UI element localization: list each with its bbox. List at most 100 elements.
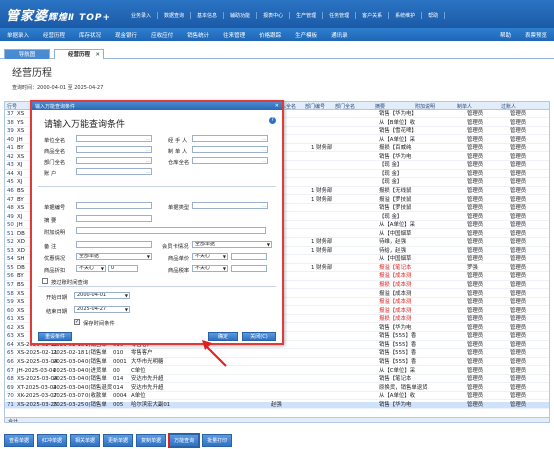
- cancel-button[interactable]: 关闭(C): [242, 332, 276, 341]
- help-icon[interactable]: ?: [269, 117, 276, 124]
- close-icon[interactable]: ✕: [95, 50, 100, 60]
- dialog-titlebar: 输入万能查询条件 ✕: [32, 102, 282, 110]
- close-icon[interactable]: ✕: [275, 103, 279, 109]
- membercard-select[interactable]: 全部单据 ▼: [192, 241, 272, 248]
- bottom-button[interactable]: 红冲单据: [37, 434, 68, 447]
- toolbar-item[interactable]: 帮助: [493, 31, 518, 39]
- toolbar-item[interactable]: 应收应付: [144, 31, 180, 39]
- table-row[interactable]: 71 XS-2025-03-25 2025-03-25 0(销售单 005 哈尔滨宏大副0…: [5, 401, 549, 409]
- nav-item[interactable]: 业务录入: [125, 12, 159, 19]
- cell-v: 管理员: [510, 333, 527, 340]
- toolbar-item[interactable]: 往来管理: [216, 31, 252, 39]
- nav-item[interactable]: 数据查询: [158, 12, 192, 19]
- table-row[interactable]: 67 JH-2025-03-04 2025-03-04 0(进货单 00 C单位 从【C单位…: [5, 367, 549, 375]
- cell-no: 69: [7, 384, 14, 391]
- billno-input[interactable]: [76, 202, 152, 209]
- cell-s: 报溢【笔记本: [379, 264, 412, 271]
- browse-icon[interactable]: …: [146, 169, 150, 174]
- cell-c: 0(销售单: [85, 358, 107, 365]
- toolbar-item[interactable]: 现金银行: [108, 31, 144, 39]
- cell-a: XS: [17, 153, 25, 160]
- cell-u: 管理员: [467, 162, 484, 169]
- toolbar-item[interactable]: 通讯录: [324, 31, 355, 39]
- cell-no: 71: [7, 401, 14, 408]
- start-date-input[interactable]: 2000-04-01 ▼: [74, 292, 130, 299]
- discount-select[interactable]: 全部单据 ▼: [76, 253, 152, 260]
- browse-icon[interactable]: …: [146, 158, 150, 163]
- billtype-input[interactable]: …: [192, 202, 268, 209]
- cell-s: 销售【555】香: [379, 341, 417, 348]
- table-row[interactable]: 65 XS-2025-02-11 2025-02-18 1(销售单 010 零售客户 销售【…: [5, 350, 549, 358]
- toolbar-item[interactable]: 生产模板: [288, 31, 324, 39]
- browse-icon[interactable]: …: [146, 147, 150, 152]
- nav-item[interactable]: 报表中心: [257, 12, 291, 19]
- end-date-input[interactable]: 2025-04-27 ▼: [74, 306, 130, 313]
- browse-icon[interactable]: …: [262, 158, 266, 163]
- table-row[interactable]: 69 XT-2025-03-04 2025-03-04 0(销售退货 014 安达市先升超…: [5, 384, 549, 392]
- warehouse-input[interactable]: …: [192, 157, 268, 164]
- toolbar-item[interactable]: 表票预览: [518, 31, 554, 39]
- cell-u: 管理员: [467, 307, 484, 314]
- tab-history[interactable]: 经营历程 ✕: [54, 49, 104, 59]
- cell-no: 63: [7, 333, 14, 340]
- browse-icon[interactable]: …: [262, 203, 266, 208]
- cell-v: 管理员: [510, 367, 527, 374]
- browse-icon[interactable]: …: [262, 136, 266, 141]
- cell-m: 1 财务部: [311, 196, 333, 203]
- bottom-button[interactable]: 更新单据: [103, 434, 134, 447]
- nav-item[interactable]: 生产管理: [290, 12, 324, 19]
- cell-a: XS: [17, 111, 25, 117]
- nav-item[interactable]: 任务管理: [323, 12, 357, 19]
- account-input[interactable]: …: [76, 168, 152, 175]
- cell-no: 57: [7, 282, 14, 288]
- toolbar-item[interactable]: 经营历程: [36, 31, 72, 39]
- cell-v: 管理员: [510, 324, 527, 331]
- bottom-button[interactable]: 查看单据: [4, 434, 35, 447]
- cell-s: 销售【华为电: [379, 153, 412, 160]
- savetime-checkbox[interactable]: ✓: [74, 319, 80, 325]
- price-op-select[interactable]: 不关心 ▼: [192, 253, 228, 260]
- remark-input[interactable]: [76, 241, 152, 248]
- cell-s: 从【A单位】收: [379, 393, 416, 400]
- reset-button[interactable]: 重设条件: [38, 332, 72, 341]
- browse-icon[interactable]: …: [262, 147, 266, 152]
- nav-item[interactable]: 客户关系: [356, 12, 390, 19]
- table-row[interactable]: 68 XS-2025-03-04 2025-03-04 0(销售单 014 安达市先升超 销…: [5, 376, 549, 384]
- bottom-button[interactable]: 万能查询: [168, 433, 201, 448]
- priceunit-value-input[interactable]: 0: [108, 265, 138, 272]
- maker-input[interactable]: …: [192, 146, 268, 153]
- cell-a: YS: [17, 119, 24, 126]
- nav-item[interactable]: 系统维护: [389, 12, 423, 19]
- price-value-input[interactable]: [231, 253, 267, 260]
- table-row[interactable]: 70 XK-2025-03-07 2025-03-07 0(收款单 0004 A单位 从【A…: [5, 393, 549, 401]
- toolbar-item[interactable]: 单据录入: [0, 31, 36, 39]
- unit-input[interactable]: …: [76, 135, 152, 142]
- bottom-button[interactable]: 批量打印: [202, 434, 233, 447]
- cell-e: 安达市先升超: [131, 376, 164, 383]
- nav-item[interactable]: 基本信息: [191, 12, 225, 19]
- nav-item[interactable]: 辅助功能: [224, 12, 258, 19]
- cell-v: 管理员: [510, 230, 527, 237]
- handler-input[interactable]: …: [192, 135, 268, 142]
- toolbar-item[interactable]: 价格跟踪: [252, 31, 288, 39]
- dept-input[interactable]: …: [76, 157, 152, 164]
- bydate-checkbox[interactable]: [42, 278, 48, 284]
- priceunit-op-select[interactable]: 不关心 ▼: [76, 265, 106, 272]
- summary-input[interactable]: [76, 215, 152, 222]
- table-row[interactable]: 66 XS-2025-03-04 2025-03-04 0(销售单 0001 大华市光明糖…: [5, 358, 549, 367]
- product-input[interactable]: …: [76, 146, 152, 153]
- tax-value-input[interactable]: [231, 265, 267, 272]
- label-billtype: 单据类型: [168, 205, 190, 211]
- cell-v: 管理员: [510, 222, 527, 229]
- nav-item[interactable]: 帮助: [422, 12, 446, 19]
- bottom-button[interactable]: 相关单据: [70, 434, 101, 447]
- toolbar-item[interactable]: 销售统计: [180, 31, 216, 39]
- tab-home[interactable]: 导航图: [4, 49, 50, 59]
- cell-v: 管理员: [510, 145, 527, 152]
- tax-op-select[interactable]: 不关心 ▼: [192, 265, 228, 272]
- bottom-button[interactable]: 复制单据: [136, 434, 167, 447]
- toolbar-item[interactable]: 库存状况: [72, 31, 108, 39]
- browse-icon[interactable]: …: [146, 136, 150, 141]
- cell-s: 从【A单位】采: [379, 222, 416, 229]
- addnote-input[interactable]: [76, 227, 266, 234]
